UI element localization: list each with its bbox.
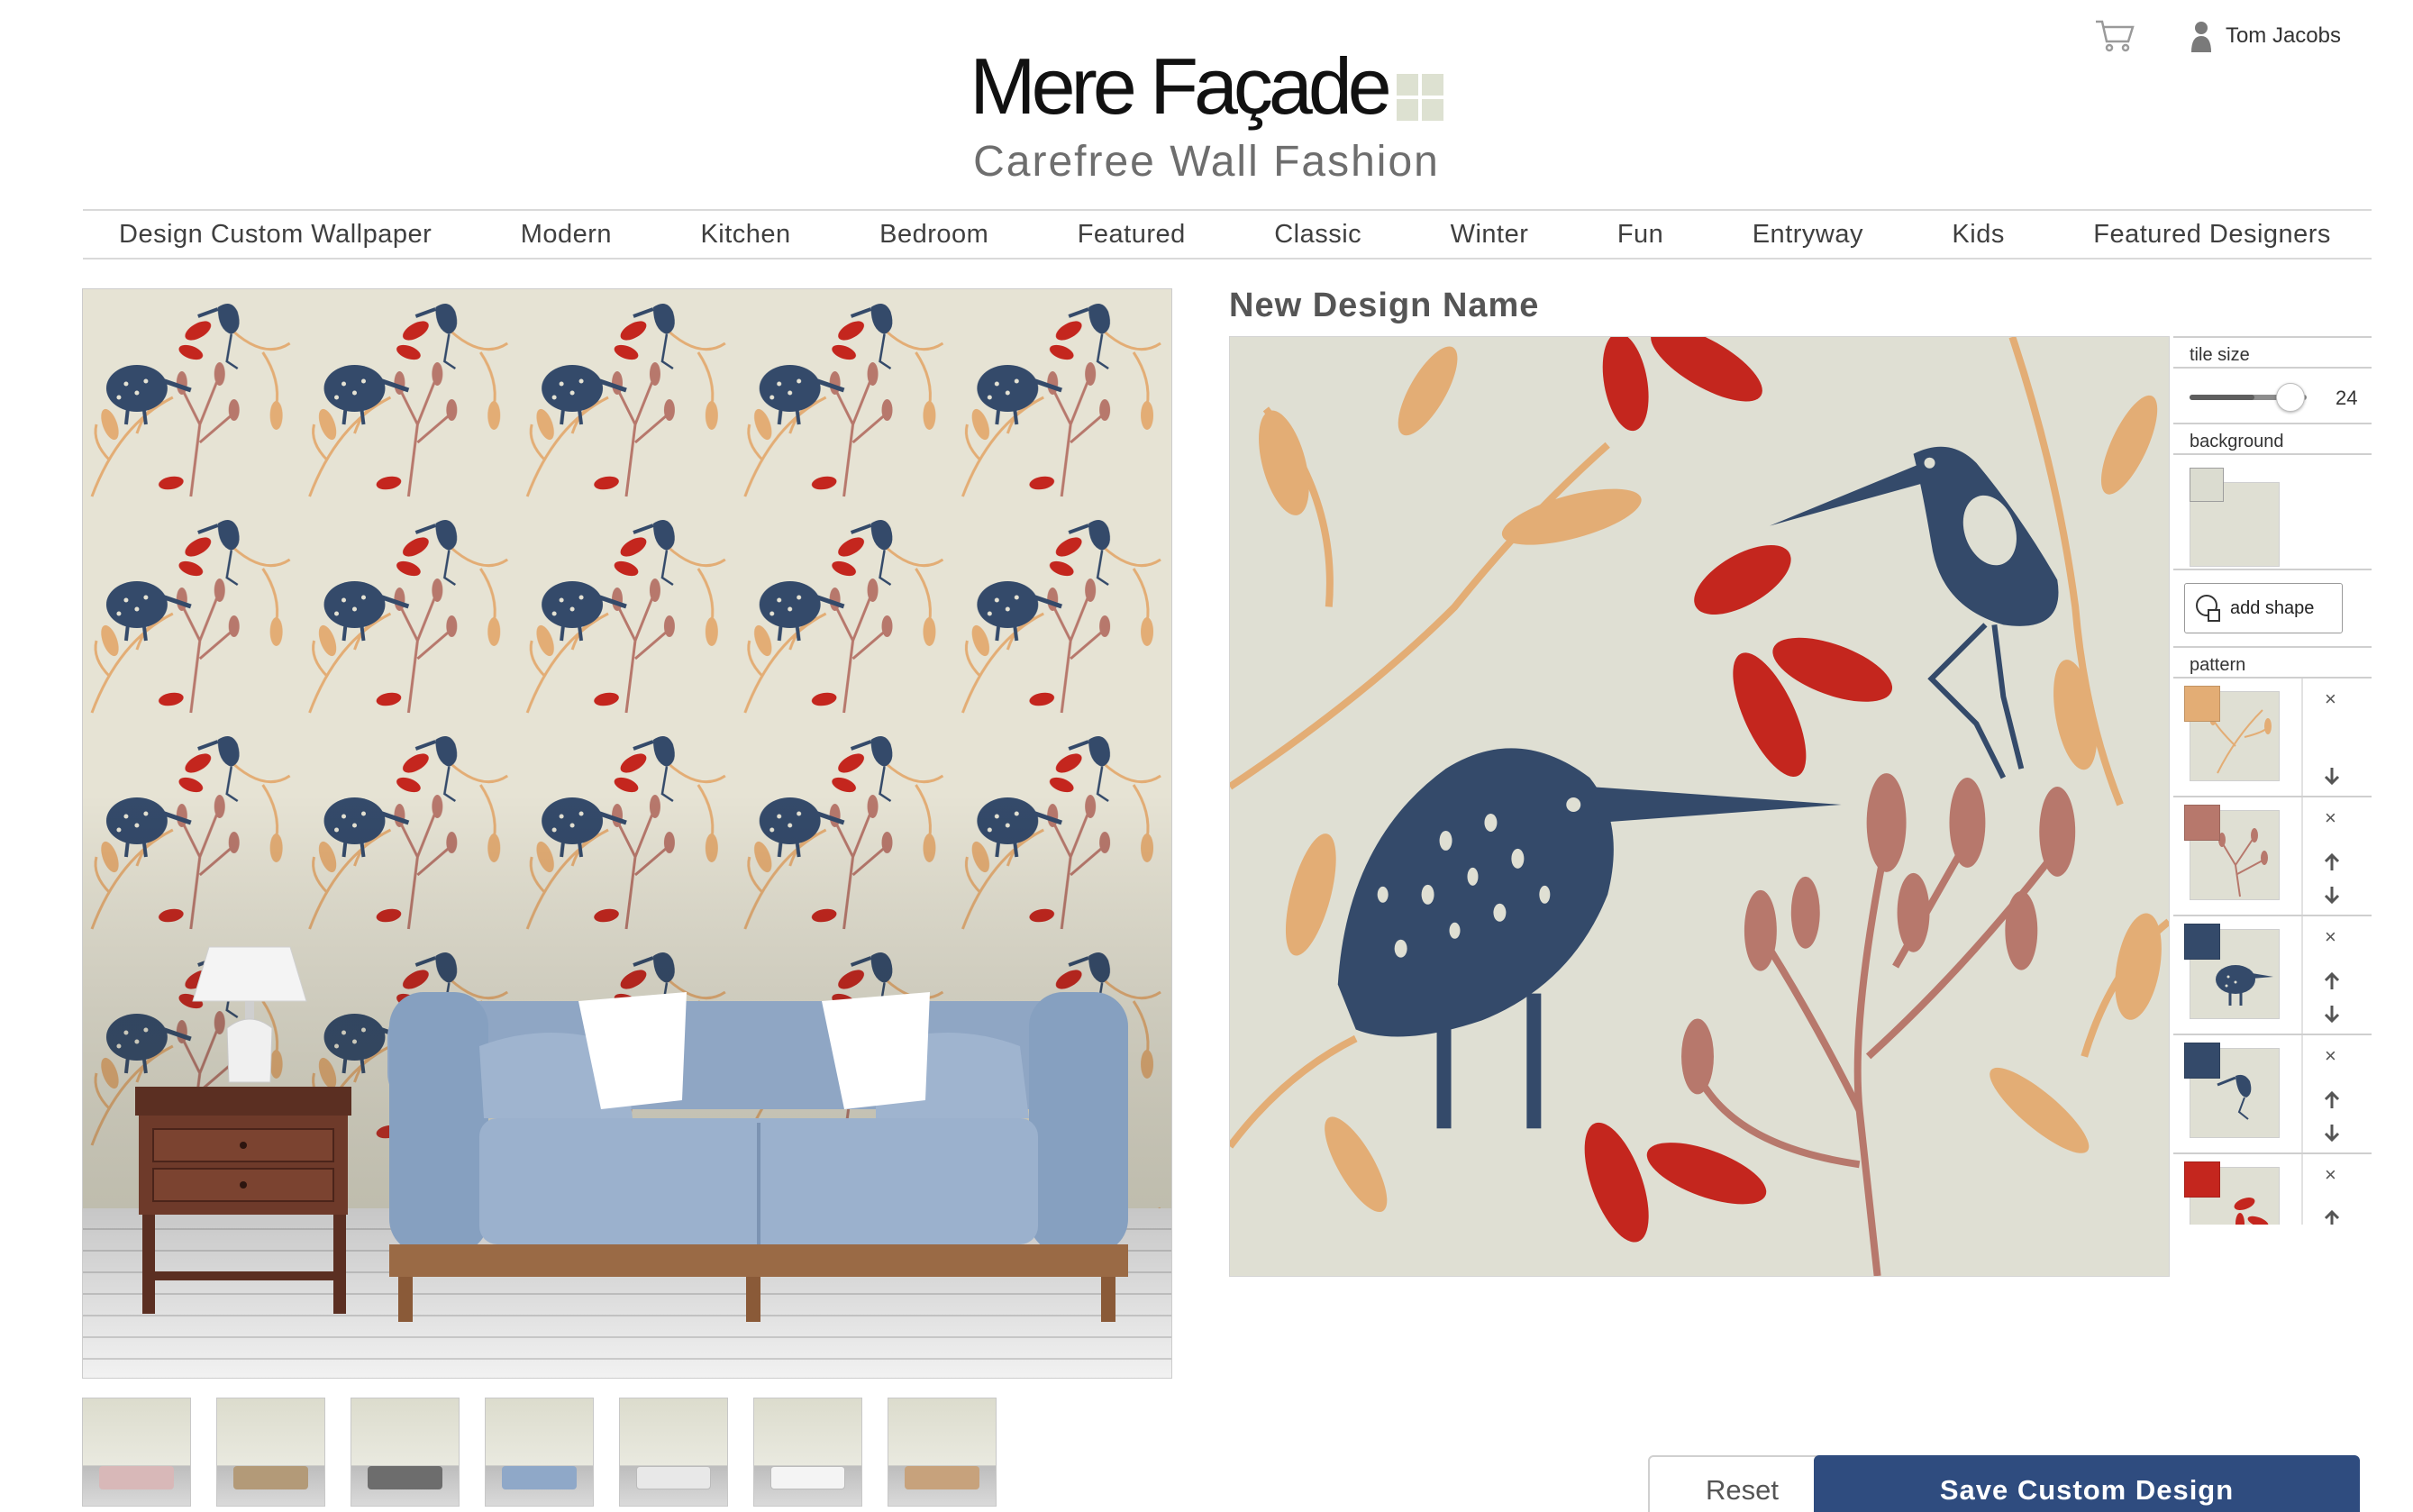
layer-color-swatch[interactable] xyxy=(2184,805,2220,841)
remove-layer-button[interactable]: × xyxy=(2325,688,2336,711)
nav-fun[interactable]: Fun xyxy=(1617,220,1663,250)
remove-layer-button[interactable]: × xyxy=(2325,1044,2336,1068)
layer-color-swatch[interactable] xyxy=(2184,1043,2220,1079)
add-shape-button[interactable]: add shape xyxy=(2184,583,2343,633)
background-picker[interactable] xyxy=(2173,453,2372,569)
editor-panel: tile size 24 background add shape patter… xyxy=(2173,336,2372,1225)
add-shape-label: add shape xyxy=(2230,597,2315,618)
tile-size-label: tile size xyxy=(2173,336,2372,367)
move-up-icon[interactable] xyxy=(2321,1089,2343,1111)
pattern-label: pattern xyxy=(2173,646,2372,677)
logo[interactable]: Mere Façade Carefree Wall Fashion xyxy=(0,47,2413,187)
background-color-swatch[interactable] xyxy=(2190,468,2224,502)
table-lamp xyxy=(192,946,307,1083)
layer-color-swatch[interactable] xyxy=(2184,686,2220,722)
layer-heron[interactable]: × xyxy=(2173,1034,2372,1152)
main-nav: Design Custom Wallpaper Modern Kitchen B… xyxy=(83,209,2372,260)
layer-stems[interactable]: × xyxy=(2173,796,2372,915)
room-thumbnail[interactable] xyxy=(351,1398,460,1507)
remove-layer-button[interactable]: × xyxy=(2325,925,2336,949)
tile-size-slider[interactable]: 24 xyxy=(2173,367,2372,423)
move-up-icon[interactable] xyxy=(2321,970,2343,992)
sofa xyxy=(387,992,1128,1322)
nav-design-custom-wallpaper[interactable]: Design Custom Wallpaper xyxy=(119,220,432,250)
design-canvas[interactable] xyxy=(1229,336,2170,1277)
nav-modern[interactable]: Modern xyxy=(521,220,612,250)
nav-bedroom[interactable]: Bedroom xyxy=(879,220,988,250)
pattern-tile xyxy=(1230,337,2169,1276)
room-thumbnail[interactable] xyxy=(216,1398,325,1507)
pattern-layers: × × × × × xyxy=(2173,677,2372,1225)
room-thumbnail[interactable] xyxy=(485,1398,594,1507)
room-thumbnail[interactable] xyxy=(888,1398,997,1507)
brand-name: Mere Façade xyxy=(970,41,1391,131)
layer-red-leaves[interactable]: × xyxy=(2173,1152,2372,1225)
layer-leaves[interactable]: × xyxy=(2173,677,2372,796)
brand-tagline: Carefree Wall Fashion xyxy=(973,138,1440,186)
layer-color-swatch[interactable] xyxy=(2184,1161,2220,1198)
design-name-input[interactable] xyxy=(1229,287,1571,325)
nav-classic[interactable]: Classic xyxy=(1274,220,1361,250)
move-down-icon[interactable] xyxy=(2321,765,2343,787)
move-up-icon[interactable] xyxy=(2321,852,2343,873)
tile-size-value: 24 xyxy=(2336,387,2358,409)
shape-icon xyxy=(2196,595,2220,622)
user-name: Tom Jacobs xyxy=(2225,23,2341,48)
remove-layer-button[interactable]: × xyxy=(2325,806,2336,830)
nav-winter[interactable]: Winter xyxy=(1451,220,1529,250)
slider-handle[interactable] xyxy=(2275,383,2305,412)
nav-entryway[interactable]: Entryway xyxy=(1753,220,1863,250)
nav-kitchen[interactable]: Kitchen xyxy=(700,220,790,250)
layer-kiwi-bird[interactable]: × xyxy=(2173,915,2372,1034)
save-custom-design-button[interactable]: Save Custom Design xyxy=(1814,1455,2360,1512)
layer-color-swatch[interactable] xyxy=(2184,924,2220,960)
background-label: background xyxy=(2173,423,2372,453)
move-down-icon[interactable] xyxy=(2321,884,2343,906)
room-preview xyxy=(82,288,1172,1379)
side-table xyxy=(135,1087,351,1314)
reset-button[interactable]: Reset xyxy=(1648,1455,1836,1512)
logo-mark xyxy=(1396,74,1443,121)
move-up-icon[interactable] xyxy=(2321,1208,2343,1225)
room-furniture xyxy=(135,946,1128,1322)
room-thumbnails xyxy=(82,1398,997,1507)
room-thumbnail[interactable] xyxy=(82,1398,191,1507)
room-thumbnail[interactable] xyxy=(753,1398,862,1507)
move-down-icon[interactable] xyxy=(2321,1003,2343,1025)
nav-featured-designers[interactable]: Featured Designers xyxy=(2093,220,2331,250)
room-thumbnail[interactable] xyxy=(619,1398,728,1507)
nav-kids[interactable]: Kids xyxy=(1952,220,2004,250)
remove-layer-button[interactable]: × xyxy=(2325,1163,2336,1187)
nav-featured[interactable]: Featured xyxy=(1078,220,1186,250)
move-down-icon[interactable] xyxy=(2321,1122,2343,1143)
